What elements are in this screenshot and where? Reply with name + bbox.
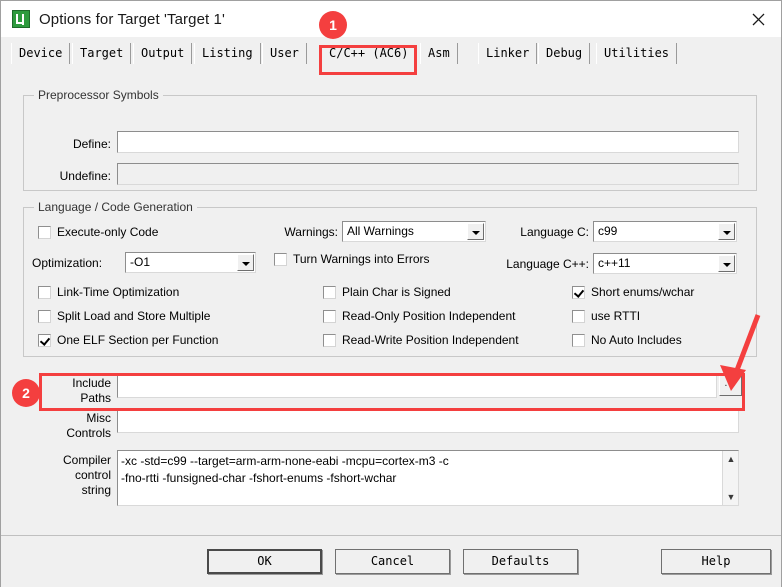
annotation-badge-2: 2 [12, 379, 40, 407]
use-rtti-checkbox[interactable] [572, 310, 585, 323]
language-code-generation-title: Language / Code Generation [34, 200, 197, 214]
chevron-down-icon[interactable] [237, 254, 254, 271]
dialog-button-bar: OK Cancel Defaults Help [1, 535, 781, 587]
include-paths-label: Include Paths [37, 376, 111, 406]
defaults-button[interactable]: Defaults [463, 549, 578, 574]
short-enums-wchar-label: Short enums/wchar [591, 285, 695, 299]
tab-output[interactable]: Output [133, 43, 193, 64]
language-cpp-label: Language C++: [506, 257, 589, 271]
c-cpp-settings-panel: Preprocessor Symbols Define: Undefine: L… [1, 65, 781, 535]
optimization-select[interactable]: -O1 [125, 252, 256, 273]
compiler-label-line1: Compiler [62, 453, 111, 467]
tab-linker[interactable]: Linker [478, 43, 538, 64]
define-label: Define: [72, 137, 111, 151]
options-dialog: Options for Target 'Target 1' Device Tar… [0, 0, 782, 587]
read-only-position-independent-label: Read-Only Position Independent [342, 309, 516, 323]
cancel-button[interactable]: Cancel [335, 549, 450, 574]
close-button[interactable] [735, 1, 781, 37]
page-title: Options for Target 'Target 1' [39, 10, 225, 28]
warnings-into-errors-checkbox[interactable] [274, 253, 287, 266]
compiler-label-line3: string [81, 483, 111, 497]
language-cpp-select[interactable]: c++11 [593, 253, 737, 274]
tab-device[interactable]: Device [11, 43, 71, 64]
misc-controls-label-line1: Misc [86, 411, 111, 425]
execute-only-code-checkbox[interactable] [38, 226, 51, 239]
read-write-position-independent-checkbox[interactable] [323, 334, 336, 347]
chevron-down-icon[interactable]: ▼ [723, 489, 739, 505]
read-write-position-independent-label: Read-Write Position Independent [342, 333, 519, 347]
tab-listing[interactable]: Listing [194, 43, 261, 64]
define-input[interactable] [117, 131, 739, 153]
language-cpp-value: c++11 [598, 256, 631, 270]
warnings-into-errors-label: Turn Warnings into Errors [293, 252, 430, 266]
link-time-optimization-label: Link-Time Optimization [57, 285, 180, 299]
warnings-value: All Warnings [347, 224, 414, 238]
tab-utilities[interactable]: Utilities [596, 43, 678, 64]
ok-button[interactable]: OK [207, 549, 322, 574]
language-c-label: Language C: [520, 225, 589, 239]
misc-controls-input[interactable] [117, 409, 739, 433]
help-button[interactable]: Help [661, 549, 771, 574]
no-auto-includes-label: No Auto Includes [591, 333, 682, 347]
split-load-store-checkbox[interactable] [38, 310, 51, 323]
annotation-badge-1: 1 [319, 11, 347, 39]
use-rtti-label: use RTTI [591, 309, 641, 323]
split-load-store-label: Split Load and Store Multiple [57, 309, 211, 323]
language-c-value: c99 [598, 224, 618, 238]
plain-char-signed-checkbox[interactable] [323, 286, 336, 299]
chevron-down-icon[interactable] [718, 223, 735, 240]
chevron-up-icon[interactable]: ▲ [723, 451, 739, 467]
tab-debug[interactable]: Debug [538, 43, 591, 64]
preprocessor-symbols-title: Preprocessor Symbols [34, 88, 163, 102]
read-only-position-independent-checkbox[interactable] [323, 310, 336, 323]
compiler-control-string-textarea[interactable]: -xc -std=c99 --target=arm-arm-none-eabi … [117, 450, 739, 506]
plain-char-signed-label: Plain Char is Signed [342, 285, 451, 299]
compiler-control-string-scrollbar[interactable]: ▲ ▼ [722, 451, 738, 505]
tab-strip: Device Target Output Listing User C/C++ … [1, 37, 781, 66]
undefine-input[interactable] [117, 163, 739, 185]
tab-user[interactable]: User [262, 43, 307, 64]
title-bar: Options for Target 'Target 1' [1, 1, 781, 37]
no-auto-includes-checkbox[interactable] [572, 334, 585, 347]
one-elf-section-label: One ELF Section per Function [57, 333, 219, 347]
language-c-select[interactable]: c99 [593, 221, 737, 242]
misc-controls-label-line2: Controls [66, 426, 111, 440]
include-paths-browse-button[interactable]: ... [719, 375, 742, 396]
link-time-optimization-checkbox[interactable] [38, 286, 51, 299]
short-enums-wchar-checkbox[interactable] [572, 286, 585, 299]
include-paths-input[interactable] [117, 374, 717, 398]
include-paths-label-line2: Paths [80, 391, 111, 405]
warnings-select[interactable]: All Warnings [342, 221, 486, 242]
optimization-value: -O1 [130, 255, 151, 269]
optimization-label: Optimization: [32, 256, 103, 270]
execute-only-code-label: Execute-only Code [57, 225, 159, 239]
tab-c-cpp-ac6[interactable]: C/C++ (AC6) [321, 43, 417, 64]
compiler-label-line2: control [74, 468, 111, 482]
close-icon [752, 13, 764, 25]
one-elf-section-checkbox[interactable] [38, 334, 51, 347]
warnings-label: Warnings: [284, 225, 338, 239]
tab-target[interactable]: Target [72, 43, 132, 64]
include-paths-label-line1: Include [72, 376, 111, 390]
misc-controls-label: Misc Controls [37, 411, 111, 441]
undefine-label: Undefine: [59, 169, 111, 183]
uvision-logo-icon [12, 10, 30, 28]
tab-asm[interactable]: Asm [420, 43, 458, 64]
chevron-down-icon[interactable] [718, 255, 735, 272]
compiler-control-string-label: Compiler control string [31, 453, 111, 498]
